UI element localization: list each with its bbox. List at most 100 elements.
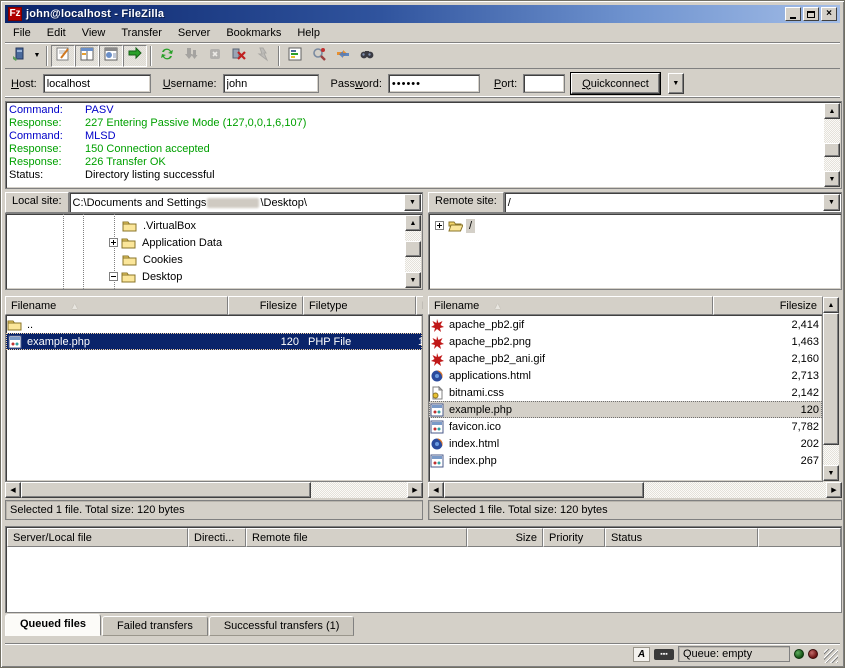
remote-list-hscrollbar[interactable]: ◀ ▶ <box>428 482 842 498</box>
synchronized-browsing-button[interactable] <box>331 45 355 67</box>
maximize-button[interactable] <box>803 7 819 21</box>
column-filetype[interactable]: Filetype <box>303 296 416 315</box>
menu-help[interactable]: Help <box>289 26 328 40</box>
remote-site-path-combo[interactable]: / ▼ <box>504 192 842 213</box>
scroll-left-icon[interactable]: ◀ <box>5 482 21 498</box>
column-filename[interactable]: Filename▲ <box>5 296 228 315</box>
directory-comparison-button[interactable] <box>307 45 331 67</box>
tree-item-application-data[interactable]: Application Data <box>109 234 225 251</box>
reconnect-button[interactable] <box>251 45 275 67</box>
toggle-message-log-button[interactable] <box>51 45 75 67</box>
toggle-queue-button[interactable] <box>123 45 147 67</box>
quickconnect-dropdown-icon[interactable]: ▼ <box>668 73 684 94</box>
tab-queued-files[interactable]: Queued files <box>5 614 101 636</box>
file-row[interactable]: apache_pb2.png 1,463 <box>429 333 822 350</box>
tree-item-desktop[interactable]: Desktop <box>109 268 185 285</box>
scroll-up-icon[interactable]: ▲ <box>405 215 421 231</box>
tab-failed-transfers[interactable]: Failed transfers <box>102 616 208 636</box>
scroll-thumb[interactable] <box>824 143 840 157</box>
quickconnect-button[interactable]: Quickconnect <box>571 73 660 94</box>
site-manager-button[interactable] <box>7 45 31 67</box>
host-input[interactable] <box>43 74 151 93</box>
scroll-thumb[interactable] <box>405 241 421 257</box>
remote-list-vscrollbar[interactable]: ▲ ▼ <box>823 297 839 481</box>
find-files-button[interactable] <box>355 45 379 67</box>
minimize-icon <box>790 17 796 19</box>
scroll-down-icon[interactable]: ▼ <box>823 465 839 481</box>
file-name: apache_pb2.gif <box>447 319 524 331</box>
scroll-thumb[interactable] <box>823 313 839 445</box>
file-row[interactable]: apache_pb2_ani.gif 2,160 <box>429 350 822 367</box>
port-input[interactable] <box>523 74 565 93</box>
file-row[interactable]: favicon.ico 7,782 <box>429 418 822 435</box>
expand-icon[interactable] <box>435 221 444 230</box>
username-input[interactable] <box>223 74 319 93</box>
scroll-thumb[interactable] <box>444 482 644 498</box>
column-filesize[interactable]: Filesize <box>228 296 303 315</box>
resize-grip[interactable] <box>824 649 838 663</box>
ascii-data-type-icon[interactable]: A <box>633 647 650 662</box>
column-remote-file[interactable]: Remote file <box>246 528 467 547</box>
file-row[interactable]: applications.html 2,713 <box>429 367 822 384</box>
disconnect-button[interactable] <box>227 45 251 67</box>
title-bar[interactable]: Fz john@localhost - FileZilla × <box>5 5 840 23</box>
site-manager-dropdown-icon[interactable]: ▼ <box>31 45 43 67</box>
scroll-right-icon[interactable]: ▶ <box>407 482 423 498</box>
file-row-parent-dir[interactable]: .. <box>6 316 422 333</box>
local-tree-scrollbar[interactable]: ▲ ▼ <box>405 215 421 288</box>
scroll-up-icon[interactable]: ▲ <box>824 103 840 119</box>
column-size[interactable]: Size <box>467 528 543 547</box>
cancel-operation-button[interactable] <box>203 45 227 67</box>
tree-item-root[interactable]: / <box>435 217 475 234</box>
refresh-button[interactable] <box>155 45 179 67</box>
filter-button[interactable] <box>283 45 307 67</box>
scroll-left-icon[interactable]: ◀ <box>428 482 444 498</box>
local-site-path-combo[interactable]: C:\Documents and Settings\Desktop\ ▼ <box>69 192 423 213</box>
synchronized-browsing-icon <box>335 46 351 65</box>
scroll-thumb[interactable] <box>21 482 311 498</box>
column-filesize[interactable]: Filesize <box>713 296 823 315</box>
toggle-remote-tree-button[interactable] <box>99 45 123 67</box>
log-label: Status: <box>9 169 85 182</box>
file-row[interactable]: apache_pb2.gif 2,414 <box>429 316 822 333</box>
column-direction[interactable]: Directi... <box>188 528 246 547</box>
password-input[interactable] <box>388 74 480 93</box>
file-row[interactable]: bitnami.css 2,142 <box>429 384 822 401</box>
close-button[interactable]: × <box>821 7 837 21</box>
status-bar: A ▪▪▪ Queue: empty <box>5 643 840 663</box>
collapse-icon[interactable] <box>109 272 118 281</box>
column-server-local-file[interactable]: Server/Local file <box>7 528 188 547</box>
column-priority[interactable]: Priority <box>543 528 605 547</box>
tree-item-virtualbox[interactable]: .VirtualBox <box>122 217 199 234</box>
file-row[interactable]: index.php 267 <box>429 452 822 469</box>
local-list-hscrollbar[interactable]: ◀ ▶ <box>5 482 423 498</box>
menu-server[interactable]: Server <box>170 26 218 40</box>
scroll-down-icon[interactable]: ▼ <box>405 272 421 288</box>
column-filename[interactable]: Filename▲ <box>428 296 713 315</box>
menu-transfer[interactable]: Transfer <box>113 26 170 40</box>
toggle-local-tree-button[interactable] <box>75 45 99 67</box>
scroll-right-icon[interactable]: ▶ <box>826 482 842 498</box>
combo-dropdown-icon[interactable]: ▼ <box>823 194 840 211</box>
speed-limits-icon[interactable]: ▪▪▪ <box>654 649 674 660</box>
menu-edit[interactable]: Edit <box>39 26 74 40</box>
column-status[interactable]: Status <box>605 528 758 547</box>
combo-dropdown-icon[interactable]: ▼ <box>404 194 421 211</box>
file-row[interactable]: index.html 202 <box>429 435 822 452</box>
menu-file[interactable]: File <box>5 26 39 40</box>
menu-bookmarks[interactable]: Bookmarks <box>218 26 289 40</box>
log-scrollbar[interactable]: ▲ ▼ <box>824 103 840 187</box>
file-row-example-php[interactable]: example.php 120 <box>429 401 822 418</box>
minimize-button[interactable] <box>785 7 801 21</box>
process-queue-button[interactable] <box>179 45 203 67</box>
scroll-down-icon[interactable]: ▼ <box>824 171 840 187</box>
scroll-up-icon[interactable]: ▲ <box>823 297 839 313</box>
tree-item-cookies[interactable]: Cookies <box>122 251 186 268</box>
file-row-example-php[interactable]: example.php 120 PHP File 1 <box>6 333 422 350</box>
log-text: Directory listing successful <box>85 169 215 182</box>
expand-icon[interactable] <box>109 238 118 247</box>
menu-view[interactable]: View <box>74 26 114 40</box>
toolbar-separator <box>46 46 48 66</box>
column-last-modified[interactable]: L <box>416 296 423 315</box>
tab-successful-transfers[interactable]: Successful transfers (1) <box>209 616 355 636</box>
